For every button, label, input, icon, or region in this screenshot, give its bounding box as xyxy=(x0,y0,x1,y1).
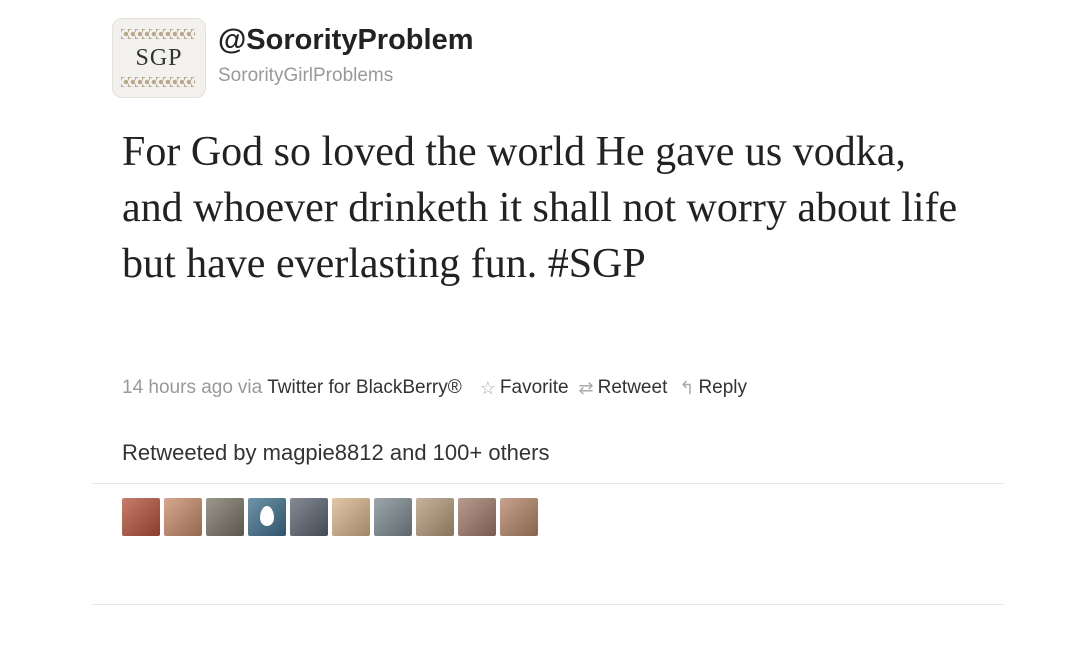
avatar-initials: SGP xyxy=(135,45,183,71)
retweeter-avatar[interactable] xyxy=(458,498,496,536)
divider xyxy=(92,483,1004,484)
retweeter-avatar[interactable] xyxy=(122,498,160,536)
retweet-label: Retweet xyxy=(597,377,668,398)
retweeter-avatar[interactable] xyxy=(206,498,244,536)
favorite-button[interactable]: ☆ Favorite xyxy=(480,377,569,399)
tweet-body: For God so loved the world He gave us vo… xyxy=(122,129,958,287)
reply-label: Reply xyxy=(698,377,748,398)
reply-arrow-icon: ↰ xyxy=(679,377,695,398)
timestamp-link[interactable]: 14 hours ago xyxy=(122,377,233,399)
full-name: SororityGirlProblems xyxy=(218,65,394,86)
retweet-icon: ⇄ xyxy=(578,377,594,398)
favorite-label: Favorite xyxy=(499,377,569,398)
via-label: via xyxy=(237,377,263,398)
screen-name-link[interactable]: @SororityProblem xyxy=(218,24,474,57)
retweeter-avatar[interactable] xyxy=(332,498,370,536)
retweeter-avatars xyxy=(122,498,538,536)
retweet-button[interactable]: ⇄ Retweet xyxy=(579,377,668,399)
retweeter-avatar[interactable] xyxy=(500,498,538,536)
tweet-text: For God so loved the world He gave us vo… xyxy=(122,124,972,292)
divider xyxy=(92,604,1004,605)
avatar-decoration xyxy=(121,29,195,39)
retweeter-avatar[interactable] xyxy=(164,498,202,536)
retweeted-by-text[interactable]: Retweeted by magpie8812 and 100+ others xyxy=(122,440,549,466)
default-egg-icon xyxy=(260,506,274,526)
retweeter-avatar[interactable] xyxy=(416,498,454,536)
hashtag-link[interactable]: #SGP xyxy=(548,241,646,287)
tweet-meta: 14 hours ago via Twitter for BlackBerry®… xyxy=(122,376,747,400)
tweet-header: SGP @SororityProblem SororityGirlProblem… xyxy=(112,18,612,108)
source-link[interactable]: Twitter for BlackBerry® xyxy=(267,377,462,399)
star-icon: ☆ xyxy=(479,377,496,398)
reply-button[interactable]: ↰ Reply xyxy=(679,377,747,399)
user-avatar[interactable]: SGP xyxy=(112,18,206,98)
avatar-decoration xyxy=(121,77,195,87)
retweeter-avatar[interactable] xyxy=(374,498,412,536)
retweeter-avatar[interactable] xyxy=(290,498,328,536)
retweeter-avatar[interactable] xyxy=(248,498,286,536)
